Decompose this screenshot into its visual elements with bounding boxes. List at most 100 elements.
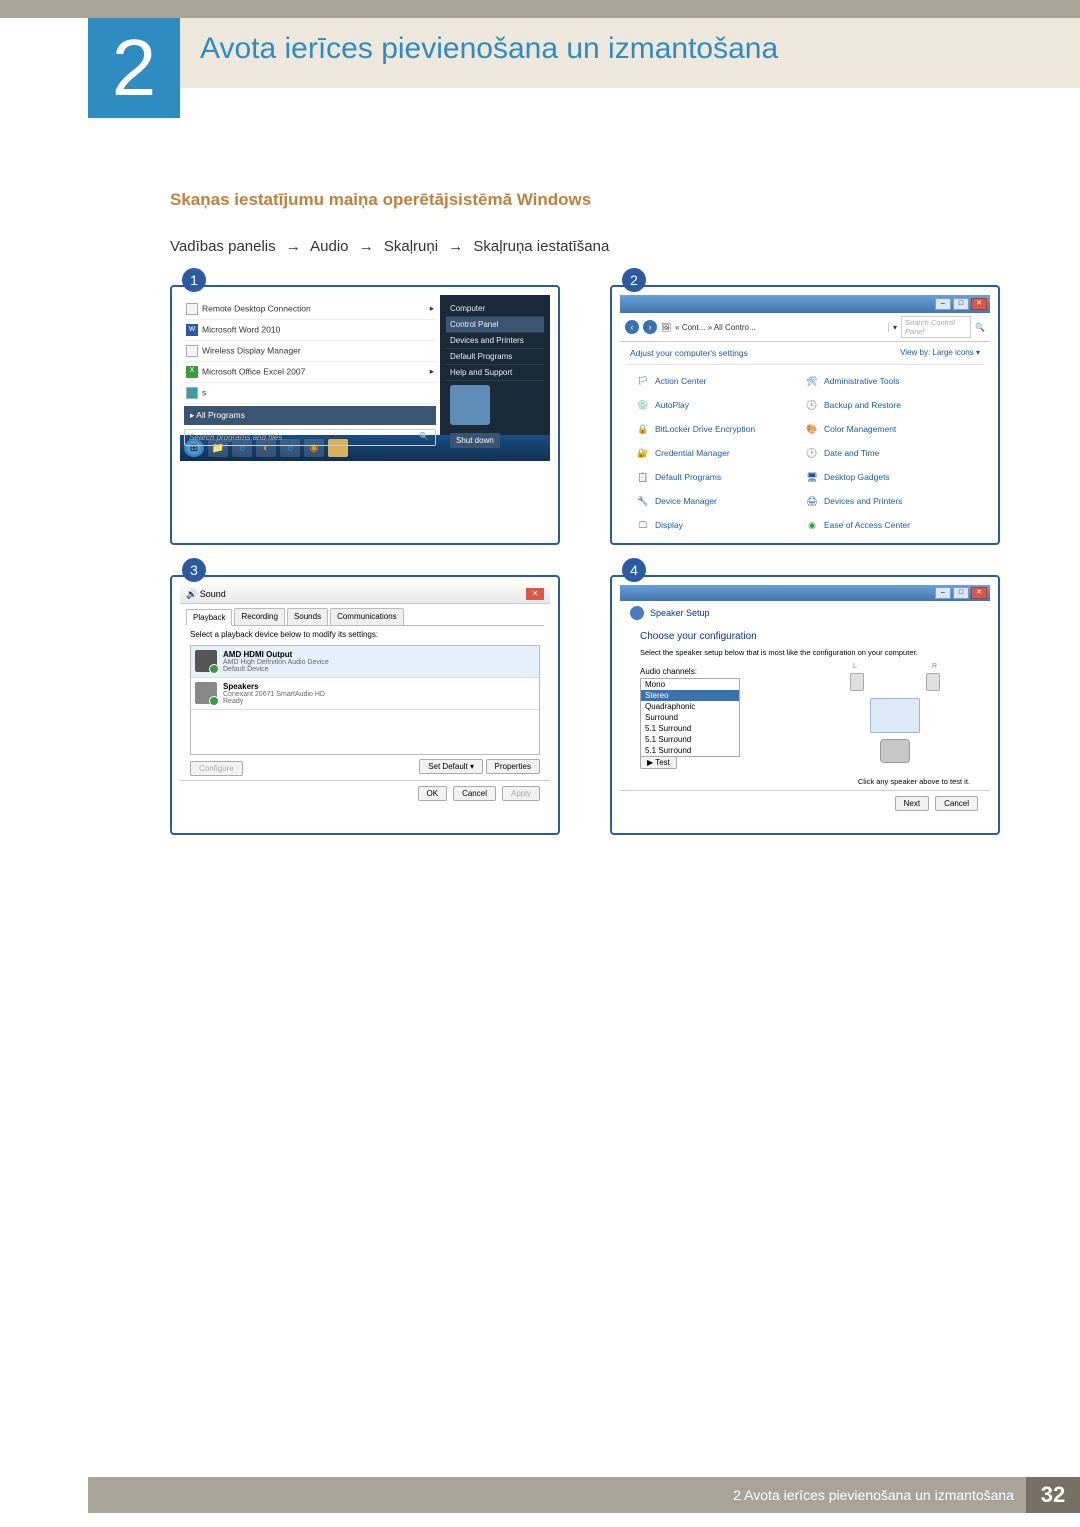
cp-label: Date and Time xyxy=(824,448,879,458)
max-button[interactable]: □ xyxy=(953,587,969,599)
audio-channels-label: Audio channels: xyxy=(640,667,790,676)
address-path[interactable]: « Cont... » All Contro... xyxy=(675,323,884,332)
start-default[interactable]: Default Programs xyxy=(446,349,544,365)
set-default-button[interactable]: Set Default ▾ xyxy=(419,759,483,774)
breadcrumb: Vadības panelis → Audio → Skaļruņi → Ska… xyxy=(170,238,1000,255)
speaker-icon xyxy=(195,682,217,704)
app-rdc[interactable]: Remote Desktop Connection▸ xyxy=(184,299,436,320)
app-word[interactable]: WMicrosoft Word 2010 xyxy=(184,320,436,341)
all-programs[interactable]: ▸ All Programs xyxy=(184,406,436,425)
choose-heading: Choose your configuration xyxy=(640,631,970,642)
speaker-diagram: L R xyxy=(820,663,970,773)
app-label: s xyxy=(202,387,206,397)
opt-51[interactable]: 5.1 Surround xyxy=(641,723,739,734)
cp-autoplay[interactable]: 💿AutoPlay xyxy=(636,395,805,415)
wizard-footer: Next Cancel xyxy=(620,790,990,816)
device-sub: Default Device xyxy=(223,666,329,673)
back-button[interactable]: ‹ xyxy=(625,320,639,334)
cp-date[interactable]: 🕑 Date and Time xyxy=(805,443,974,463)
close-button[interactable]: ✕ xyxy=(971,587,987,599)
app-s[interactable]: s xyxy=(184,383,436,404)
cp-ease[interactable]: ◉Ease of Access Center xyxy=(805,515,974,535)
cp-display[interactable]: 🖵Display xyxy=(636,515,805,535)
word-icon: W xyxy=(186,324,198,336)
cp-devmgr[interactable]: 🔧Device Manager xyxy=(636,491,805,511)
cancel-button[interactable]: Cancel xyxy=(935,796,978,811)
view-by[interactable]: View by: Large icons ▾ xyxy=(900,348,980,358)
cp-bitlocker[interactable]: 🔒 BitLocker Drive Encryption xyxy=(636,419,805,439)
start-computer[interactable]: Computer xyxy=(446,301,544,317)
start-devices[interactable]: Devices and Printers xyxy=(446,333,544,349)
cp-devprn[interactable]: 🖨Devices and Printers xyxy=(805,491,974,511)
clock-icon: 🕑 xyxy=(805,446,819,460)
app-excel[interactable]: XMicrosoft Office Excel 2007▸ xyxy=(184,362,436,383)
bc-d: Skaļruņa iestatīšana xyxy=(473,238,609,255)
cp-admin[interactable]: 🛠Administrative Tools xyxy=(805,371,974,391)
hint-text: Select a playback device below to modify… xyxy=(180,626,550,643)
tools-icon: 🛠 xyxy=(805,374,819,388)
close-button[interactable]: ✕ xyxy=(526,588,544,600)
channel-list[interactable]: Mono Stereo Quadraphonic Surround 5.1 Su… xyxy=(640,678,740,757)
cp-label: Ease of Access Center xyxy=(824,520,910,530)
page-footer: 2 Avota ierīces pievienošana un izmantoš… xyxy=(88,1477,1080,1513)
start-help[interactable]: Help and Support xyxy=(446,365,544,381)
lock-icon: 🔒 xyxy=(636,422,650,436)
tab-sounds[interactable]: Sounds xyxy=(287,608,328,625)
opt-quad[interactable]: Quadraphonic xyxy=(641,701,739,712)
opt-mono[interactable]: Mono xyxy=(641,679,739,690)
opt-52[interactable]: 5.1 Surround xyxy=(641,745,739,756)
forward-button[interactable]: › xyxy=(643,320,657,334)
tab-playback[interactable]: Playback xyxy=(186,609,232,626)
adjust-label: Adjust your computer's settings xyxy=(630,348,748,358)
wdm-icon xyxy=(186,345,198,357)
max-button[interactable]: □ xyxy=(953,298,969,310)
shutdown-button[interactable]: Shut down xyxy=(450,433,500,448)
opt-51b[interactable]: 5.1 Surround xyxy=(641,734,739,745)
panel-4-body: – □ ✕ Speaker Setup Choose your configur… xyxy=(620,585,990,825)
left-col: Audio channels: Mono Stereo Quadraphonic… xyxy=(640,663,790,773)
tab-comm[interactable]: Communications xyxy=(330,608,404,625)
safe-icon: 🔐 xyxy=(636,446,650,460)
app-wdm[interactable]: Wireless Display Manager xyxy=(184,341,436,362)
cp-defprog[interactable]: 📋Default Programs xyxy=(636,467,805,487)
start-search-input[interactable]: Search programs and files xyxy=(184,429,436,446)
opt-stereo[interactable]: Stereo xyxy=(641,690,739,701)
cp-label: Action Center xyxy=(655,376,707,386)
bc-b: Audio xyxy=(310,238,348,255)
configure-button[interactable]: Configure xyxy=(190,761,243,776)
close-button[interactable]: ✕ xyxy=(971,298,987,310)
device-speakers[interactable]: Speakers Conexant 20671 SmartAudio HD Re… xyxy=(191,678,539,710)
next-button[interactable]: Next xyxy=(895,796,929,811)
cp-label: Default Programs xyxy=(655,472,721,482)
monitor-icon xyxy=(195,650,217,672)
all-programs-label: All Programs xyxy=(196,410,245,420)
tab-recording[interactable]: Recording xyxy=(234,608,284,625)
properties-button[interactable]: Properties xyxy=(486,759,540,774)
apply-button[interactable]: Apply xyxy=(502,786,540,801)
row: Audio channels: Mono Stereo Quadraphonic… xyxy=(640,663,970,773)
ok-button[interactable]: OK xyxy=(418,786,448,801)
device-hdmi[interactable]: AMD HDMI Output AMD High Definition Audi… xyxy=(191,646,539,678)
cp-action-center[interactable]: 🏳Action Center xyxy=(636,371,805,391)
chapter-title: Avota ierīces pievienošana un izmantošan… xyxy=(200,32,778,66)
test-button[interactable]: ▶ Test xyxy=(640,756,677,769)
cp-backup[interactable]: 🕓Backup and Restore xyxy=(805,395,974,415)
cancel-button[interactable]: Cancel xyxy=(453,786,496,801)
cp-gadgets[interactable]: 🖥Desktop Gadgets xyxy=(805,467,974,487)
speaker-icon xyxy=(630,606,644,620)
start-control-panel[interactable]: Control Panel xyxy=(446,317,544,333)
monitor-icon xyxy=(870,698,920,733)
bc-c: Skaļruņi xyxy=(384,238,438,255)
cp-color[interactable]: 🎨Color Management xyxy=(805,419,974,439)
min-button[interactable]: – xyxy=(935,298,951,310)
cp-label: BitLocker Drive Encryption xyxy=(655,424,755,434)
cp-cred[interactable]: 🔐Credential Manager xyxy=(636,443,805,463)
speaker-left-icon[interactable] xyxy=(850,673,864,691)
panel-number: 1 xyxy=(182,268,206,292)
opt-surround[interactable]: Surround xyxy=(641,712,739,723)
speaker-right-icon[interactable] xyxy=(926,673,940,691)
min-button[interactable]: – xyxy=(935,587,951,599)
cp-label: Backup and Restore xyxy=(824,400,901,410)
search-input[interactable]: Search Control Panel xyxy=(901,316,971,338)
panels: 1 Computer Control Panel Devices and Pri… xyxy=(170,285,1000,835)
